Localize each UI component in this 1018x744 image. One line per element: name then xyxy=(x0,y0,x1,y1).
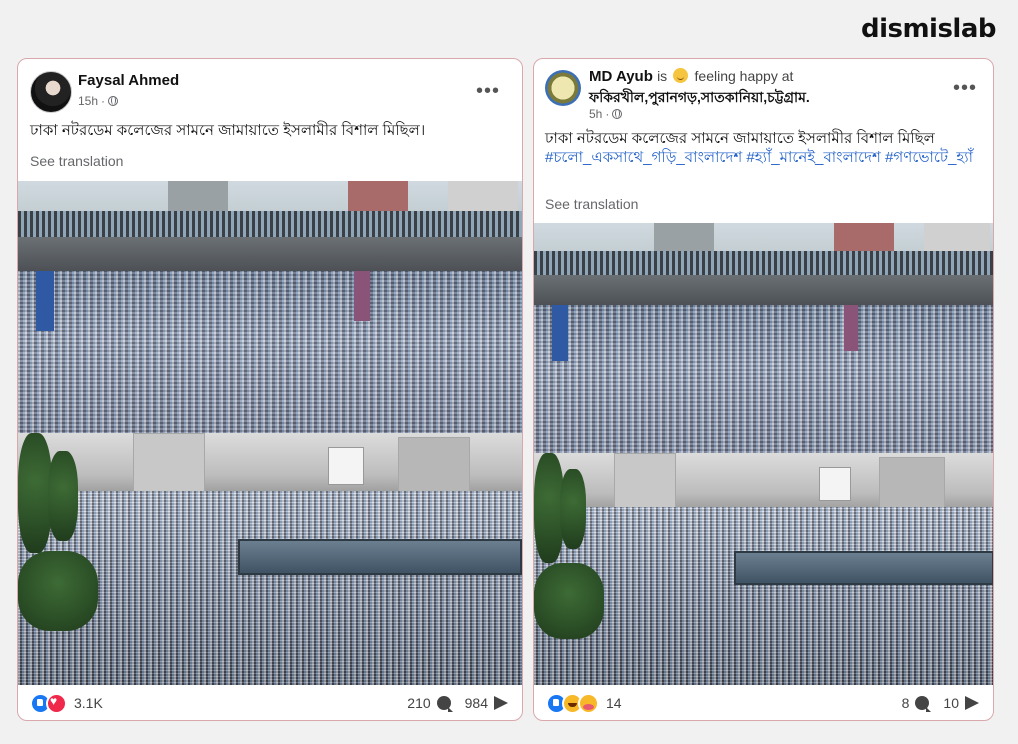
avatar[interactable] xyxy=(545,70,581,106)
post-footer: 14 8 10 xyxy=(534,686,993,720)
share-count[interactable]: 984 xyxy=(465,695,488,711)
more-options-icon[interactable]: ••• xyxy=(476,81,500,101)
avatar[interactable] xyxy=(30,71,72,113)
post-body: ঢাকা নটরডেম কলেজের সামনে জামায়াতে ইসলাম… xyxy=(545,130,935,147)
author-line: MD Ayub is feeling happy at xyxy=(589,68,793,85)
facebook-post-2: MD Ayub is feeling happy at ফকিরখীল,পুরা… xyxy=(533,58,994,721)
reactions[interactable]: 3.1K xyxy=(30,692,103,714)
share-count[interactable]: 10 xyxy=(943,695,959,711)
comment-count[interactable]: 8 xyxy=(902,695,910,711)
see-translation-link[interactable]: See translation xyxy=(545,196,638,212)
status-prefix: is xyxy=(657,68,668,84)
post-time[interactable]: 15h xyxy=(78,94,98,108)
comment-icon xyxy=(915,696,932,712)
globe-icon xyxy=(612,109,623,119)
reaction-count: 14 xyxy=(606,695,622,711)
hashtags[interactable]: #চলো_একসাথে_গড়ি_বাংলাদেশ #হ্যাঁ_মানেই_ব… xyxy=(545,149,973,166)
share-icon xyxy=(965,696,979,710)
author-name[interactable]: Faysal Ahmed xyxy=(78,72,179,89)
reactions[interactable]: 14 xyxy=(546,692,622,714)
reaction-count: 3.1K xyxy=(74,695,103,711)
care-icon xyxy=(578,692,599,714)
post-time[interactable]: 5h xyxy=(589,107,602,121)
love-icon xyxy=(46,692,67,714)
crowd-photo[interactable] xyxy=(18,181,522,685)
see-translation-link[interactable]: See translation xyxy=(30,153,123,169)
comment-icon xyxy=(436,696,453,712)
post-text: ঢাকা নটরডেম কলেজের সামনে জামায়াতে ইসলাম… xyxy=(30,122,426,139)
author-name[interactable]: MD Ayub xyxy=(589,68,653,85)
post-meta: 5h · xyxy=(589,107,623,121)
share-icon xyxy=(494,696,508,710)
feeling-status: feeling happy at xyxy=(694,68,794,84)
post-footer: 3.1K 210 984 xyxy=(18,686,522,720)
dismislab-logo: dismislab xyxy=(860,14,997,44)
happy-emoji-icon xyxy=(673,68,689,83)
engagement-stats: 210 984 xyxy=(407,695,508,712)
globe-icon xyxy=(108,96,119,106)
more-options-icon[interactable]: ••• xyxy=(953,78,977,98)
post-text: ঢাকা নটরডেম কলেজের সামনে জামায়াতে ইসলাম… xyxy=(545,129,985,167)
comment-count[interactable]: 210 xyxy=(407,695,430,711)
facebook-post-1: Faysal Ahmed 15h · ••• ঢাকা নটরডেম কলেজে… xyxy=(17,58,523,721)
crowd-photo[interactable] xyxy=(534,223,993,685)
post-meta: 15h · xyxy=(78,94,119,108)
engagement-stats: 8 10 xyxy=(902,695,979,712)
